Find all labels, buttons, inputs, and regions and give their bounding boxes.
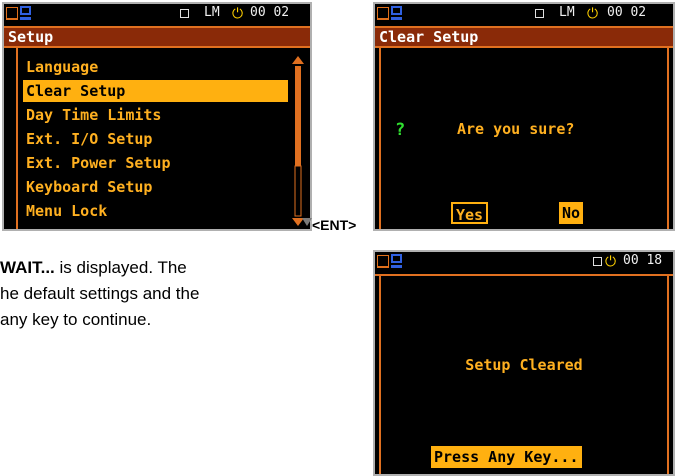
scroll-track (294, 165, 302, 217)
no-button[interactable]: No (559, 202, 584, 224)
status-mode: LM (559, 5, 575, 20)
status-time: 00 02 (607, 5, 647, 20)
monitor-icon (6, 7, 18, 20)
memory-card-icon (20, 6, 31, 20)
status-time: 00 18 (623, 253, 663, 268)
status-square-icon (593, 257, 602, 266)
menu-item-language[interactable]: Language (26, 56, 98, 78)
dialog-left-border (379, 274, 381, 474)
dialog-left-border (379, 48, 381, 229)
scroll-down-arrow-icon (302, 218, 312, 226)
status-bar: LM ⏻ 00 02 (375, 4, 673, 24)
menu-item-clear-setup[interactable]: Clear Setup (23, 80, 288, 102)
title-bar: Clear Setup (375, 26, 673, 48)
confirm-question: Are you sure? (457, 120, 575, 138)
top-divider (375, 274, 673, 276)
status-mode: LM (204, 5, 220, 20)
dialog-right-border (667, 48, 669, 229)
status-bar: LM ⏻ 00 02 (4, 4, 310, 24)
memory-card-icon (391, 254, 402, 268)
scroll-thumb (295, 66, 301, 166)
page-title: Setup (8, 28, 54, 46)
status-square-icon (180, 9, 189, 18)
monitor-icon (377, 255, 389, 268)
instruction-line-1-rest: is displayed. The (54, 258, 187, 277)
scroll-up-arrow-icon (292, 56, 304, 64)
instruction-line-1: WAIT... is displayed. The (0, 255, 350, 281)
status-bar: ⏻ 00 18 (375, 252, 673, 272)
dialog-right-border (667, 274, 669, 474)
question-icon: ? (395, 120, 406, 140)
scrollbar-graphic (292, 56, 304, 226)
setup-cleared-screen: ⏻ 00 18 Setup Cleared Press Any Key... (373, 250, 675, 476)
instruction-text: WAIT... is displayed. The he default set… (0, 255, 350, 333)
scrollbar[interactable] (291, 56, 305, 226)
menu-item-day-time-limits[interactable]: Day Time Limits (26, 104, 161, 126)
instruction-line-3: any key to continue. (0, 310, 152, 329)
menu-left-border (16, 48, 18, 229)
setup-menu-screen: LM ⏻ 00 02 Setup Language Clear Setup Da… (2, 2, 312, 231)
ent-key-label: <ENT> (312, 217, 357, 233)
menu-item-ext-io-setup[interactable]: Ext. I/O Setup (26, 128, 152, 150)
menu-item-ext-power-setup[interactable]: Ext. Power Setup (26, 152, 171, 174)
setup-cleared-message: Setup Cleared (465, 356, 583, 374)
menu-item-menu-lock[interactable]: Menu Lock (26, 200, 107, 222)
yes-button[interactable]: Yes (451, 202, 489, 224)
plug-icon: ⏻ (587, 5, 599, 21)
page-title: Clear Setup (379, 28, 479, 46)
memory-card-icon (391, 6, 402, 20)
instruction-line-2: he default settings and the (0, 284, 200, 303)
monitor-icon (377, 7, 389, 20)
status-square-icon (535, 9, 544, 18)
status-time: 00 02 (250, 5, 290, 20)
press-any-key-button[interactable]: Press Any Key... (431, 446, 582, 468)
clear-setup-screen: LM ⏻ 00 02 Clear Setup ? Are you sure? Y… (373, 2, 675, 231)
plug-icon: ⏻ (605, 253, 617, 269)
title-bar: Setup (4, 26, 310, 48)
wait-label: WAIT... (0, 258, 55, 277)
plug-icon: ⏻ (232, 5, 244, 21)
menu-item-keyboard-setup[interactable]: Keyboard Setup (26, 176, 152, 198)
